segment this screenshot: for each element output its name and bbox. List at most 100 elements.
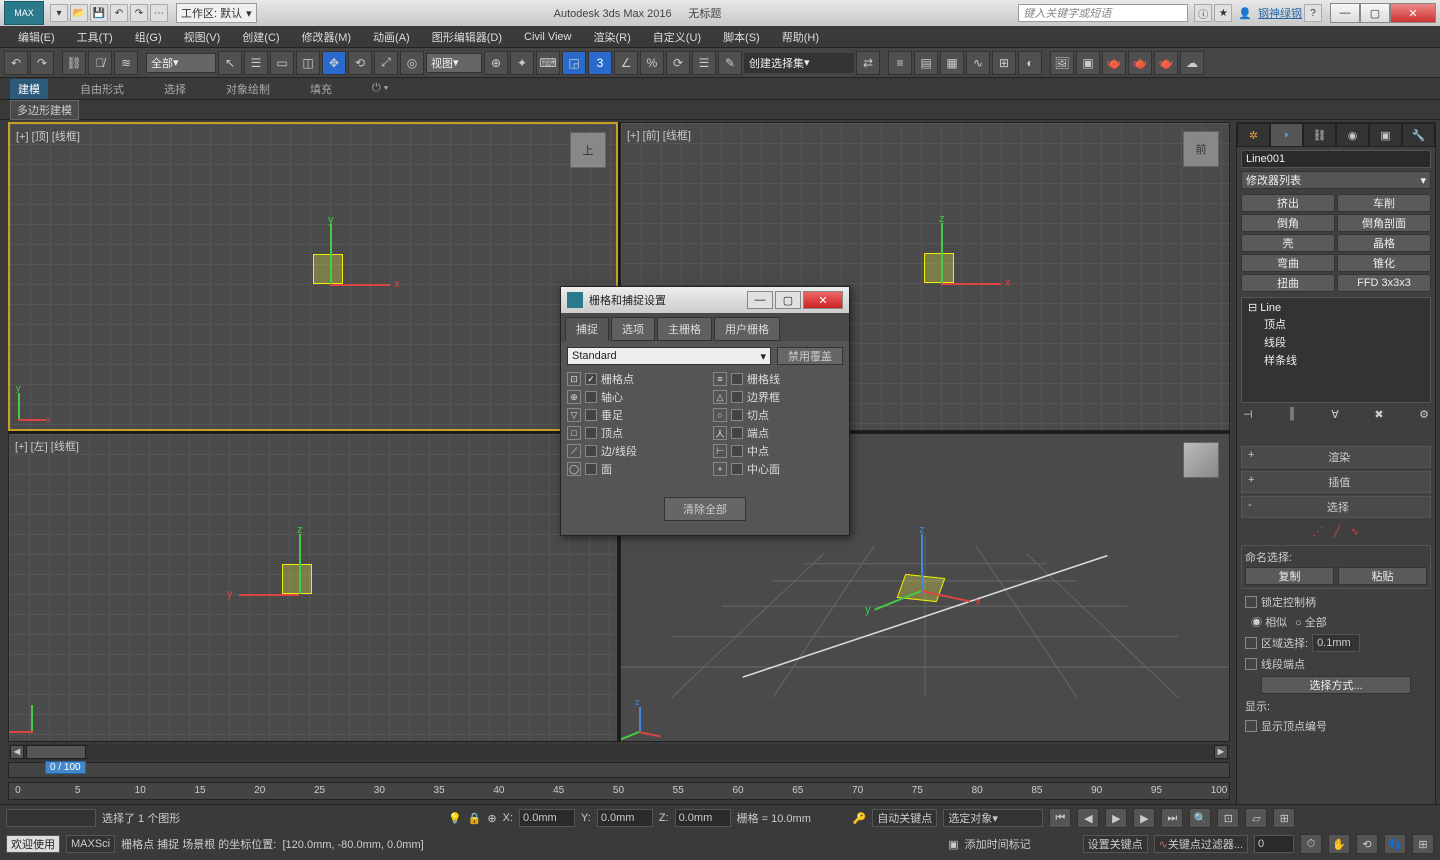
qat-redo-icon[interactable]: ↷ xyxy=(130,4,148,22)
named-sel-edit-icon[interactable]: ✎ xyxy=(718,51,742,75)
nav-zoomall-icon[interactable]: ⊡ xyxy=(1217,808,1239,828)
pivot-icon[interactable]: ⊕ xyxy=(484,51,508,75)
qat-more-icon[interactable]: ⋯ xyxy=(150,4,168,22)
polymodeling-button[interactable]: 多边形建模 xyxy=(10,100,79,120)
viewport-top-label[interactable]: [+] [顶] [线框] xyxy=(16,128,80,144)
rollout-interp[interactable]: +插值 xyxy=(1241,471,1431,493)
mod-bevelprofile[interactable]: 倒角剖面 xyxy=(1337,214,1431,232)
disable-override-button[interactable]: 禁用覆盖 xyxy=(777,347,843,365)
gridline-checkbox[interactable] xyxy=(731,373,743,385)
subobj-segment-icon[interactable]: ╱ xyxy=(1334,525,1341,538)
viewport-left[interactable]: [+] [左] [线框] z y xyxy=(8,433,618,742)
perp-checkbox[interactable] xyxy=(585,409,597,421)
mod-shell[interactable]: 壳 xyxy=(1241,234,1335,252)
qat-save-icon[interactable]: 💾 xyxy=(90,4,108,22)
keymode-combo[interactable]: 选定对象 ▾ xyxy=(943,809,1043,827)
curve-editor-icon[interactable]: ∿ xyxy=(966,51,990,75)
ribbon-tab-paint[interactable]: 对象绘制 xyxy=(218,79,278,99)
select-name-icon[interactable]: ☰ xyxy=(244,51,268,75)
viewport-front-label[interactable]: [+] [前] [线框] xyxy=(627,127,691,143)
stack-line[interactable]: ⊟ Line xyxy=(1244,300,1428,315)
gridpoint-checkbox[interactable] xyxy=(585,373,597,385)
timetag-icon[interactable]: ▣ xyxy=(948,838,958,851)
nav-maxtoggle-icon[interactable]: ⊞ xyxy=(1412,834,1434,854)
keymode-icon[interactable]: ⌨ xyxy=(536,51,560,75)
area-sel-checkbox[interactable] xyxy=(1245,637,1257,649)
menu-help[interactable]: 帮助(H) xyxy=(772,27,829,47)
vertex-checkbox[interactable] xyxy=(585,427,597,439)
configure-icon[interactable]: ⚙ xyxy=(1419,408,1429,421)
copy-button[interactable]: 复制 xyxy=(1245,567,1334,585)
menu-create[interactable]: 创建(C) xyxy=(232,27,289,47)
prev-frame-icon[interactable]: ◀ xyxy=(1077,808,1099,828)
bbox-checkbox[interactable] xyxy=(731,391,743,403)
mod-taper[interactable]: 锥化 xyxy=(1337,254,1431,272)
ref-coord[interactable]: 视图 ▾ xyxy=(426,53,482,73)
modifier-list[interactable]: 修改器列表▾ xyxy=(1241,171,1431,189)
cp-tab-display[interactable]: ▣ xyxy=(1369,123,1402,147)
align-icon[interactable]: ≡ xyxy=(888,51,912,75)
endpoint-checkbox[interactable] xyxy=(731,427,743,439)
area-sel-value[interactable]: 0.1mm xyxy=(1312,634,1360,652)
current-frame-field[interactable]: 0 xyxy=(1254,835,1294,853)
lock-handles-checkbox[interactable] xyxy=(1245,596,1257,608)
workspace-selector[interactable]: 工作区: 默认 ▾ xyxy=(176,3,257,23)
autokey-button[interactable]: 自动关键点 xyxy=(872,809,937,827)
nav-zoomext-icon[interactable]: ⊞ xyxy=(1273,808,1295,828)
ribbon-tab-freeform[interactable]: 自由形式 xyxy=(72,79,132,99)
y-field[interactable]: 0.0mm xyxy=(597,809,653,827)
goto-start-icon[interactable]: ⏮ xyxy=(1049,808,1071,828)
menu-animation[interactable]: 动画(A) xyxy=(363,27,420,47)
menu-modifiers[interactable]: 修改器(M) xyxy=(292,27,362,47)
menu-view[interactable]: 视图(V) xyxy=(174,27,231,47)
bind-icon[interactable]: ≋ xyxy=(114,51,138,75)
snap-system-combo[interactable]: Standard▾ xyxy=(567,347,771,365)
percent-snap-icon[interactable]: % xyxy=(640,51,664,75)
show-vtx-checkbox[interactable] xyxy=(1245,720,1257,732)
pin-stack-icon[interactable]: ⊣ xyxy=(1243,408,1253,421)
stack-segment[interactable]: 线段 xyxy=(1244,333,1428,351)
render-prod-icon[interactable]: 🫖 xyxy=(1102,51,1126,75)
remove-mod-icon[interactable]: ✖ xyxy=(1374,408,1383,421)
render-frame-icon[interactable]: ▣ xyxy=(1076,51,1100,75)
nav-orbit-icon[interactable]: ⟲ xyxy=(1356,834,1378,854)
edge-checkbox[interactable] xyxy=(585,445,597,457)
viewcube-front[interactable]: 前 xyxy=(1183,131,1219,167)
user-name[interactable]: 钢神绿钢 xyxy=(1258,5,1302,21)
layers-icon[interactable]: ▤ xyxy=(914,51,938,75)
infocenter-icon[interactable]: ⓘ xyxy=(1194,4,1212,22)
dialog-close-button[interactable]: ✕ xyxy=(803,291,843,309)
cp-tab-modify[interactable]: ◗ xyxy=(1270,123,1303,147)
signin-icon[interactable]: ★ xyxy=(1214,4,1232,22)
mod-twist[interactable]: 扭曲 xyxy=(1241,274,1335,292)
qat-undo-icon[interactable]: ↶ xyxy=(110,4,128,22)
menu-maxscript[interactable]: 脚本(S) xyxy=(713,27,770,47)
menu-group[interactable]: 组(G) xyxy=(125,27,172,47)
render-online-icon[interactable]: ☁ xyxy=(1180,51,1204,75)
app-logo[interactable]: MAX xyxy=(4,1,44,25)
mod-bevel[interactable]: 倒角 xyxy=(1241,214,1335,232)
mod-extrude[interactable]: 挤出 xyxy=(1241,194,1335,212)
goto-end-icon[interactable]: ⏭ xyxy=(1161,808,1183,828)
modifier-stack[interactable]: ⊟ Line 顶点 线段 样条线 xyxy=(1241,297,1431,403)
cp-tab-hierarchy[interactable]: ⛓ xyxy=(1303,123,1336,147)
stack-vertex[interactable]: 顶点 xyxy=(1244,315,1428,333)
dialog-minimize-button[interactable]: — xyxy=(747,291,773,309)
z-field[interactable]: 0.0mm xyxy=(675,809,731,827)
render-iter-icon[interactable]: 🫖 xyxy=(1128,51,1152,75)
unlink-icon[interactable]: ⛓̸ xyxy=(88,51,112,75)
centerface-checkbox[interactable] xyxy=(731,463,743,475)
nav-pan-icon[interactable]: ✋ xyxy=(1328,834,1350,854)
dialog-titlebar[interactable]: 栅格和捕捉设置 — ▢ ✕ xyxy=(561,287,849,313)
menu-rendering[interactable]: 渲染(R) xyxy=(584,27,641,47)
maxscript-mini[interactable] xyxy=(6,809,96,827)
select-by-button[interactable]: 选择方式... xyxy=(1261,676,1411,694)
clear-all-button[interactable]: 清除全部 xyxy=(664,497,746,521)
snap2d-icon[interactable]: ◲ xyxy=(562,51,586,75)
paste-button[interactable]: 粘贴 xyxy=(1338,567,1427,585)
mod-ffd[interactable]: FFD 3x3x3 xyxy=(1337,274,1431,292)
ribbon-tab-populate[interactable]: 填充 xyxy=(302,79,340,99)
search-input[interactable]: 键入关键字或短语 xyxy=(1018,4,1188,22)
mod-bend[interactable]: 弯曲 xyxy=(1241,254,1335,272)
mod-lathe[interactable]: 车削 xyxy=(1337,194,1431,212)
